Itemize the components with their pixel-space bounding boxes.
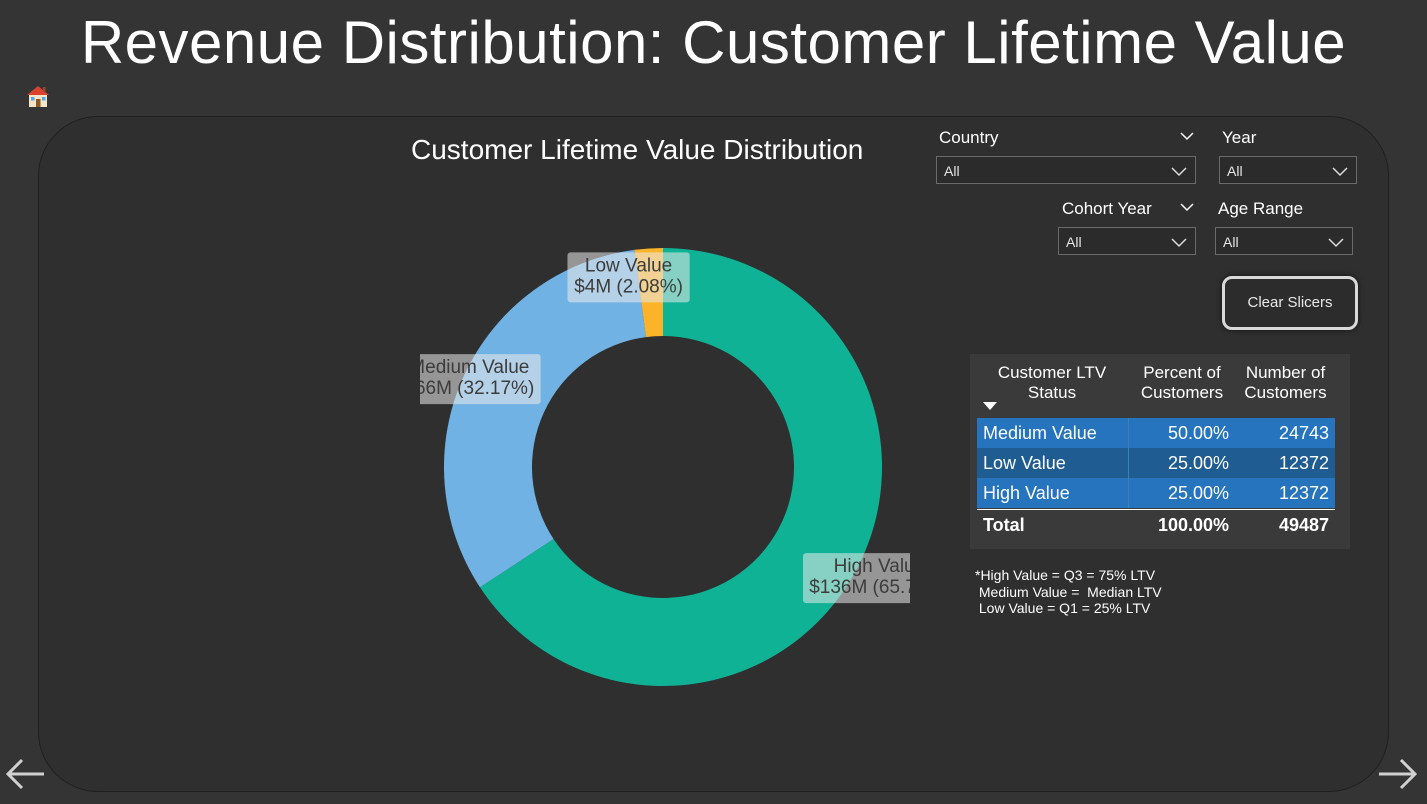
table-row[interactable]: Medium Value 50.00% 24743	[977, 418, 1335, 448]
data-label-name: Medium Value	[420, 357, 529, 378]
year-dropdown-value: All	[1227, 163, 1243, 179]
year-dropdown[interactable]: All	[1219, 156, 1357, 184]
data-label-low-value: Low Value$4M (2.08%)	[567, 252, 690, 303]
data-label-high-value: High Value$136M (65.74%)	[803, 553, 910, 604]
arrow-left-icon[interactable]	[4, 752, 48, 796]
table-row[interactable]: High Value 25.00% 12372	[977, 478, 1335, 508]
sort-descending-icon[interactable]	[983, 402, 997, 410]
chevron-down-icon	[1328, 238, 1344, 248]
page-title: Revenue Distribution: Customer Lifetime …	[80, 9, 1347, 76]
clear-slicers-button[interactable]: Clear Slicers	[1222, 276, 1358, 330]
chevron-down-icon[interactable]	[1180, 129, 1194, 143]
chevron-down-icon	[1171, 167, 1187, 177]
chevron-down-icon[interactable]	[1180, 200, 1194, 214]
data-label-value: $66M (32.17%)	[420, 378, 534, 399]
chart-title: Customer Lifetime Value Distribution	[411, 134, 864, 165]
cohort-year-dropdown[interactable]: All	[1058, 227, 1196, 255]
column-divider	[1128, 418, 1129, 448]
country-dropdown[interactable]: All	[936, 156, 1196, 184]
column-divider	[1128, 478, 1129, 508]
age-range-slicer-label: Age Range	[1218, 199, 1304, 218]
year-slicer-label: Year	[1222, 128, 1257, 147]
age-range-dropdown[interactable]: All	[1215, 227, 1353, 255]
house-icon[interactable]	[26, 84, 50, 108]
footnote: *High Value = Q3 = 75% LTV Medium Value …	[975, 567, 1162, 616]
data-label-name: High Value	[834, 556, 910, 577]
cohort-year-slicer-label: Cohort Year	[1062, 199, 1152, 218]
cohort-year-dropdown-value: All	[1066, 234, 1082, 250]
ltv-donut-chart: High Value$136M (65.74%) Medium Value$66M…	[420, 248, 910, 687]
table-row[interactable]: Low Value 25.00% 12372	[977, 448, 1335, 478]
data-label-value: $136M (65.74%)	[809, 577, 910, 598]
data-label-value: $4M (2.08%)	[574, 276, 683, 297]
chevron-down-icon	[1332, 167, 1348, 177]
table-header-percent[interactable]: Percent of Customers	[1128, 363, 1236, 403]
age-range-dropdown-value: All	[1223, 234, 1239, 250]
data-label-name: Low Value	[585, 255, 672, 276]
column-divider	[1128, 448, 1129, 478]
country-dropdown-value: All	[944, 163, 960, 179]
data-label-medium-value: Medium Value$66M (32.17%)	[420, 354, 541, 405]
table-header-count[interactable]: Number of Customers	[1236, 363, 1335, 403]
chevron-down-icon	[1171, 238, 1187, 248]
country-slicer-label: Country	[939, 128, 999, 147]
arrow-right-icon[interactable]	[1375, 752, 1419, 796]
table-total-row: Total 100.00% 49487	[977, 509, 1335, 539]
table-header-status[interactable]: Customer LTV Status	[982, 363, 1122, 403]
